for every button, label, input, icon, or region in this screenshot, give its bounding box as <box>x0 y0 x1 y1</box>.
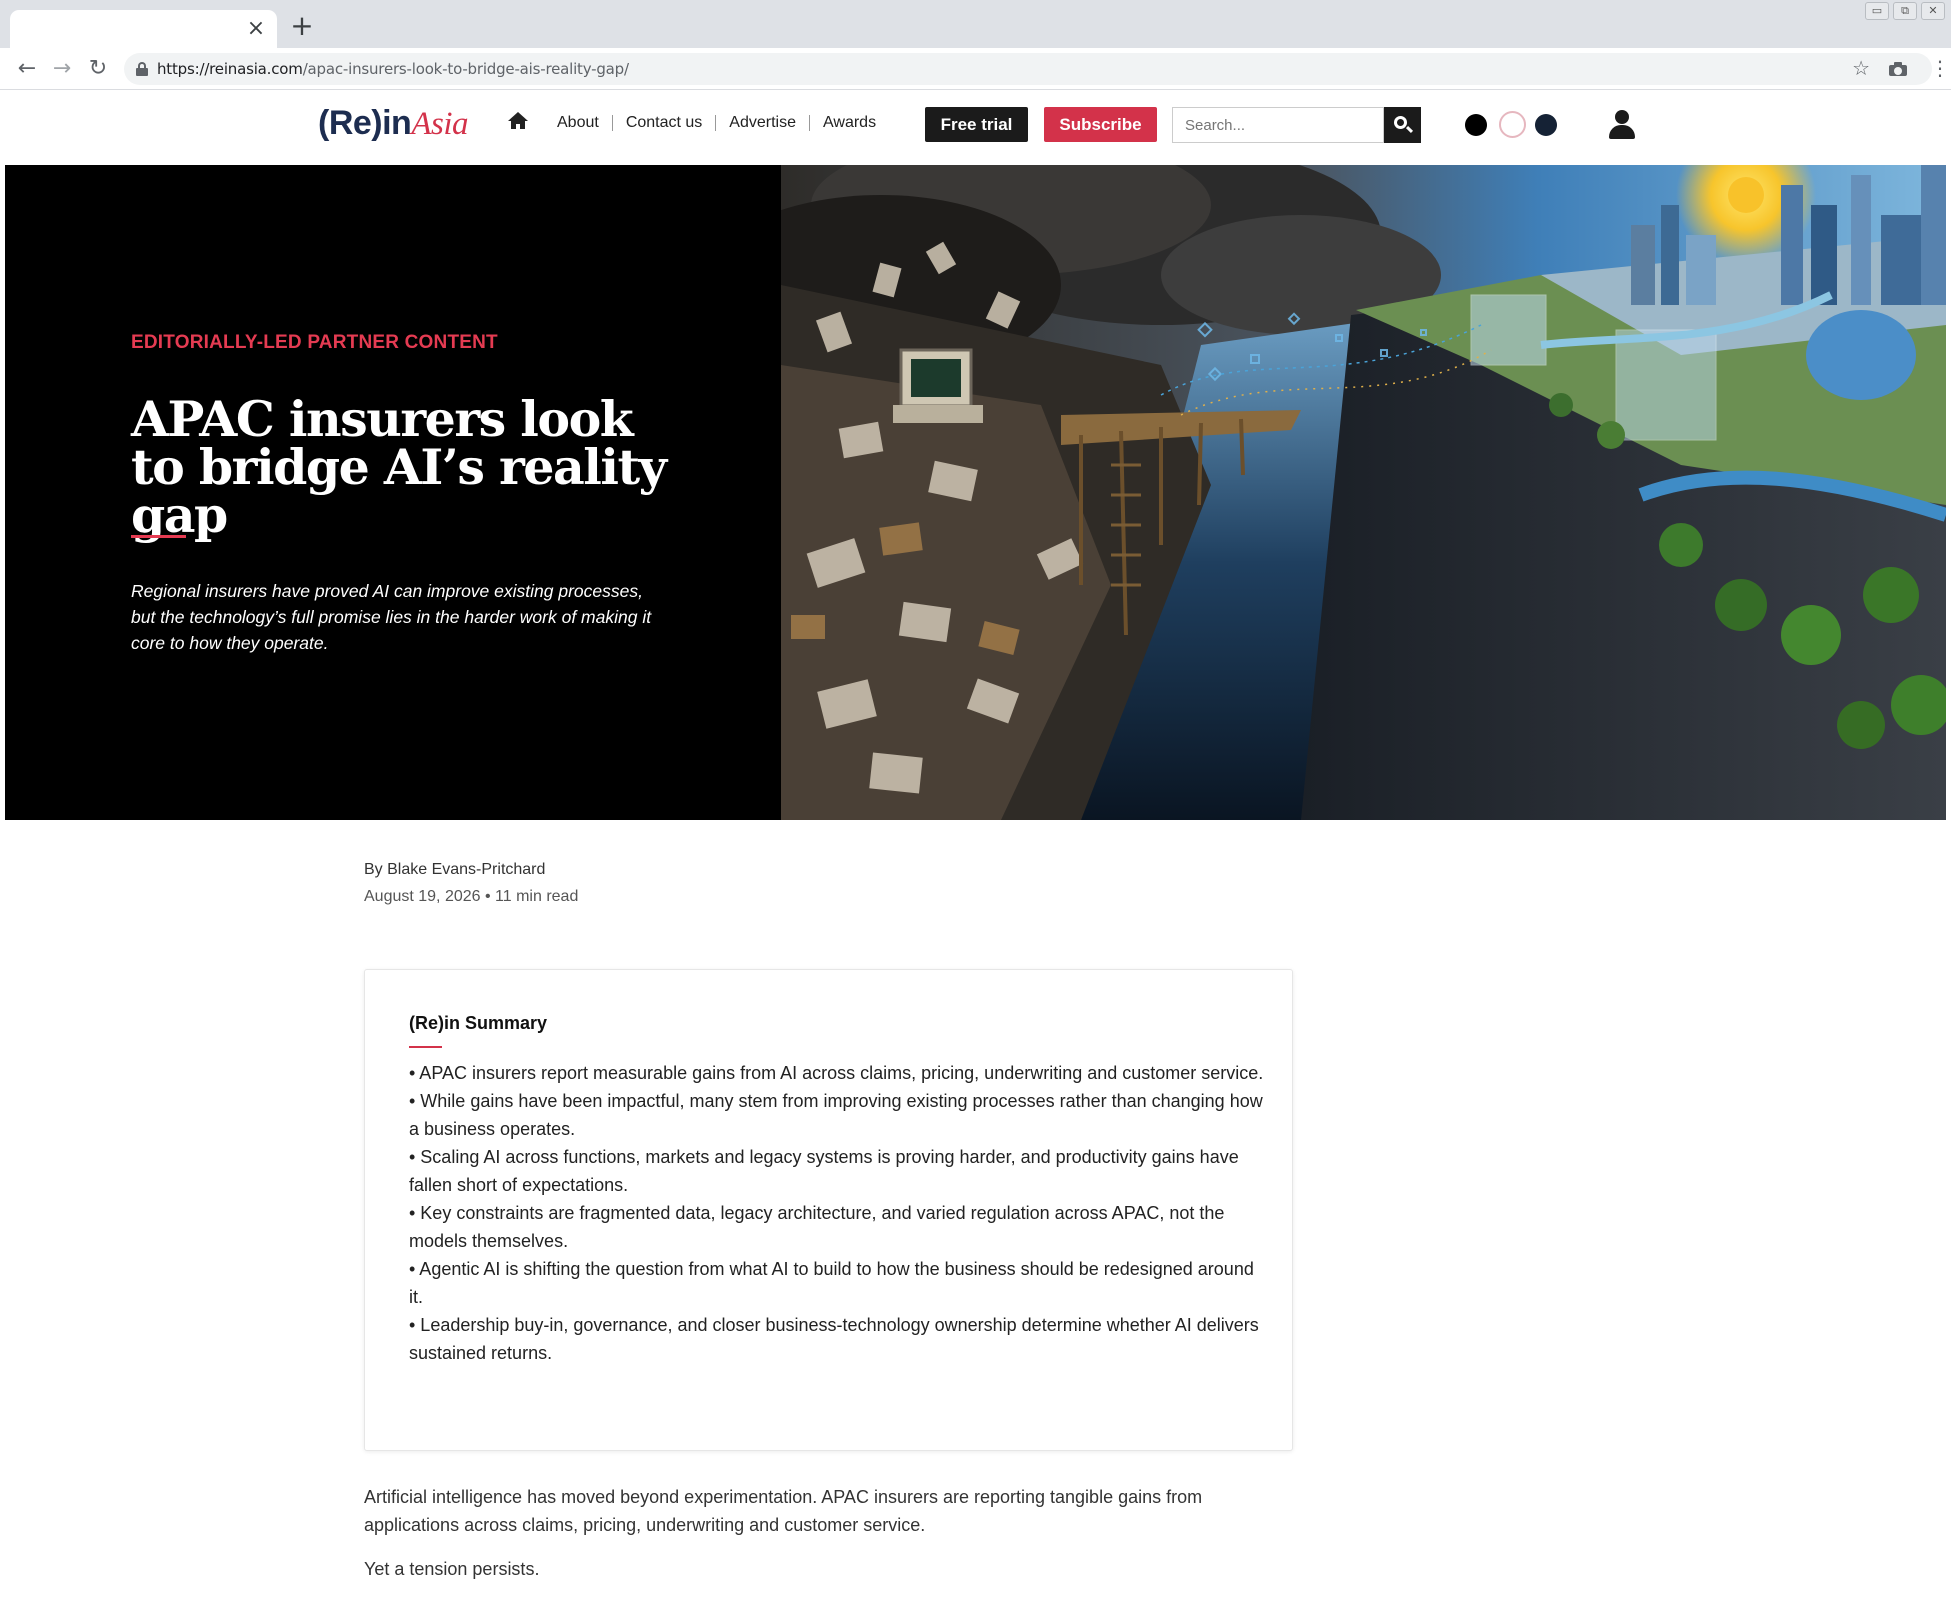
menu-item-about[interactable]: About <box>557 115 612 131</box>
url-path: /apac-insurers-look-to-bridge-ais-realit… <box>302 60 629 78</box>
minimize-button[interactable]: ▭ <box>1865 2 1889 20</box>
menu-item-awards[interactable]: Awards <box>809 115 889 131</box>
window-controls: ▭ ⧉ ✕ <box>1865 2 1945 20</box>
free-trial-button[interactable]: Free trial <box>925 107 1028 142</box>
theme-navy-swatch[interactable] <box>1535 114 1557 136</box>
subscribe-button[interactable]: Subscribe <box>1044 107 1157 142</box>
site-header: (Re)inAsia About Contact us Advertise Aw… <box>0 90 1951 164</box>
search-box <box>1172 107 1384 143</box>
main-menu: About Contact us Advertise Awards <box>557 115 889 131</box>
bookmark-star-icon[interactable]: ☆ <box>1852 56 1870 80</box>
hero-text-panel: EDITORIALLY-LED PARTNER CONTENT APAC ins… <box>5 165 781 820</box>
article-headline: APAC insurers look to bridge AI’s realit… <box>131 390 667 544</box>
article-dek: Regional insurers have proved AI can imp… <box>131 581 652 653</box>
summary-item: • Leadership buy-in, governance, and clo… <box>409 1315 1259 1363</box>
browser-window: × + ▭ ⧉ ✕ ← → ↻ https://reinasia.com/apa… <box>0 0 1951 1597</box>
theme-white-swatch[interactable] <box>1499 111 1526 138</box>
summary-item: • Key constraints are fragmented data, l… <box>409 1203 1225 1251</box>
user-account-icon[interactable] <box>1609 110 1635 140</box>
summary-card: (Re)in Summary • APAC insurers report me… <box>364 969 1293 1451</box>
hero-banner: EDITORIALLY-LED PARTNER CONTENT APAC ins… <box>5 165 1946 820</box>
summary-list: • APAC insurers report measurable gains … <box>409 1059 1269 1367</box>
tab-strip: × + ▭ ⧉ ✕ <box>0 0 1951 48</box>
headline-divider <box>131 535 186 538</box>
hero-kicker: EDITORIALLY-LED PARTNER CONTENT <box>131 332 498 353</box>
reload-icon[interactable]: ↻ <box>83 54 113 84</box>
browser-toolbar: ← → ↻ https://reinasia.com/apac-insurers… <box>0 48 1951 90</box>
lock-icon <box>136 62 148 76</box>
summary-item: • While gains have been impactful, many … <box>409 1091 1263 1139</box>
summary-title: (Re)in Summary <box>409 1013 548 1033</box>
logo-main: (Re)in <box>318 104 412 142</box>
camera-icon[interactable] <box>1889 62 1907 76</box>
summary-divider <box>409 1046 442 1048</box>
theme-black-swatch[interactable] <box>1465 114 1487 136</box>
forward-arrow-icon[interactable]: → <box>47 54 77 84</box>
window-close-button[interactable]: ✕ <box>1921 2 1945 20</box>
url-text: https://reinasia.com/apac-insurers-look-… <box>157 60 629 78</box>
kebab-menu-icon[interactable]: ⋮ <box>1930 56 1950 80</box>
home-icon[interactable] <box>508 112 528 132</box>
browser-tab[interactable]: × <box>10 10 277 48</box>
back-arrow-icon[interactable]: ← <box>12 54 42 84</box>
article-meta: August 19, 2026 • 11 min read <box>364 888 579 905</box>
article-paragraph: Artificial intelligence has moved beyond… <box>364 1487 1203 1535</box>
search-input[interactable] <box>1173 108 1383 142</box>
logo-script: Asia <box>411 106 468 142</box>
search-button[interactable] <box>1384 107 1421 143</box>
summary-item: • APAC insurers report measurable gains … <box>409 1063 1264 1083</box>
new-tab-button[interactable]: + <box>289 12 315 40</box>
restore-button[interactable]: ⧉ <box>1893 2 1917 20</box>
close-icon[interactable]: × <box>245 18 267 40</box>
article-paragraph: Yet a tension persists. <box>364 1559 540 1579</box>
url-host: https://reinasia.com <box>157 60 303 78</box>
menu-item-advertise[interactable]: Advertise <box>715 115 809 131</box>
address-bar[interactable]: https://reinasia.com/apac-insurers-look-… <box>124 53 1950 85</box>
article-byline[interactable]: By Blake Evans-Pritchard <box>364 861 545 879</box>
hero-illustration <box>781 165 1946 820</box>
site-logo[interactable]: (Re)inAsia <box>318 104 468 143</box>
menu-item-contact[interactable]: Contact us <box>611 115 715 131</box>
summary-item: • Agentic AI is shifting the question fr… <box>409 1259 1254 1307</box>
summary-item: • Scaling AI across functions, markets a… <box>409 1147 1239 1195</box>
